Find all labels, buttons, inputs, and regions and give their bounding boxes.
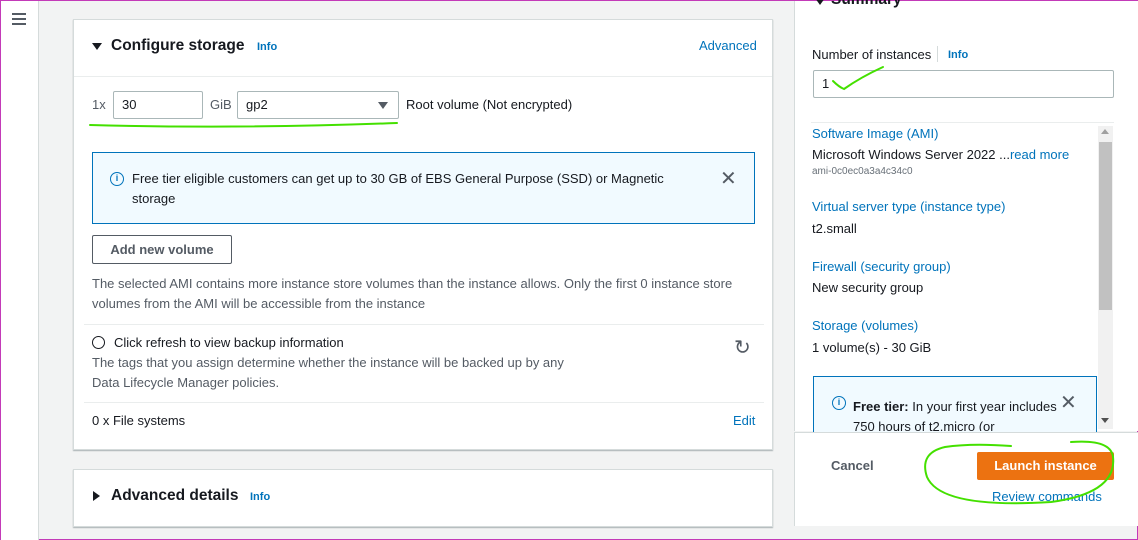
annotation-checkmark — [832, 66, 884, 91]
annotation-circle — [924, 440, 1115, 505]
annotation-underline — [89, 122, 398, 128]
annotation-overlay — [89, 66, 1115, 505]
